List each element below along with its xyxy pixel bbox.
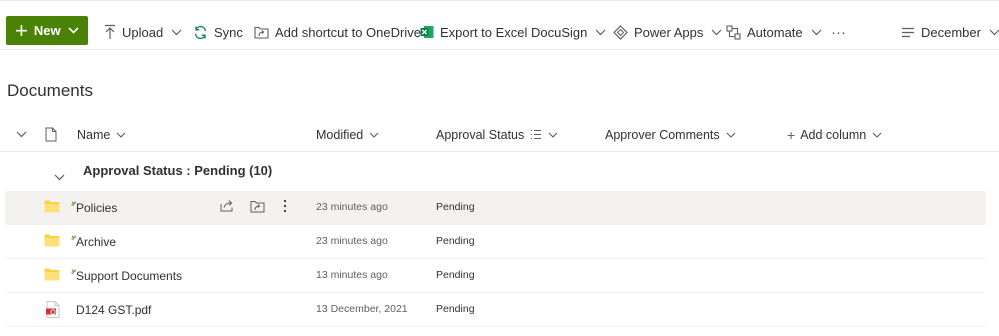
add-column-button[interactable]: + Add column bbox=[787, 118, 882, 151]
list-item[interactable]: Archive 23 minutes ago Pending bbox=[5, 225, 986, 259]
add-shortcut-label: Add shortcut to OneDrive bbox=[275, 24, 421, 40]
status-cell: Pending bbox=[436, 303, 475, 315]
modified-cell: 13 December, 2021 bbox=[316, 303, 408, 315]
chevron-down-icon bbox=[811, 29, 822, 36]
sync-icon bbox=[193, 25, 208, 40]
chevron-down-icon[interactable] bbox=[54, 168, 65, 186]
file-name[interactable]: D124 GST.pdf bbox=[76, 303, 151, 317]
excel-icon bbox=[420, 25, 434, 39]
pdf-icon bbox=[46, 301, 60, 323]
folder-icon bbox=[44, 200, 60, 218]
chevron-down-icon bbox=[16, 131, 27, 138]
plus-icon: + bbox=[15, 17, 28, 43]
chevron-down-icon bbox=[726, 132, 736, 138]
upload-button[interactable]: Upload bbox=[104, 16, 182, 48]
command-bar: + New Upload Sync Add shortcut to OneDri… bbox=[0, 16, 999, 48]
status-cell: Pending bbox=[436, 235, 475, 247]
chevron-down-icon bbox=[68, 27, 79, 34]
share-icon[interactable] bbox=[220, 199, 234, 212]
view-selector[interactable]: December bbox=[901, 16, 999, 48]
list-item[interactable]: D124 GST.pdf 13 December, 2021 Pending bbox=[5, 293, 986, 327]
view-list-icon bbox=[901, 27, 915, 38]
modified-cell: 23 minutes ago bbox=[316, 201, 388, 213]
add-column-label: Add column bbox=[800, 127, 867, 142]
file-name[interactable]: Policies bbox=[76, 201, 117, 215]
folder-icon bbox=[44, 268, 60, 286]
file-name[interactable]: Support Documents bbox=[76, 269, 182, 283]
column-header-name[interactable]: Name bbox=[77, 118, 126, 151]
column-header-row: Name Modified Approval Status Approver C… bbox=[0, 118, 999, 151]
column-header-approver-comments[interactable]: Approver Comments bbox=[605, 118, 736, 151]
document-icon bbox=[45, 127, 57, 142]
more-icon: ··· bbox=[831, 23, 846, 41]
add-shortcut-button[interactable]: Add shortcut to OneDrive bbox=[254, 16, 421, 48]
column-modified-label: Modified bbox=[316, 127, 364, 142]
top-divider bbox=[0, 0, 999, 1]
automate-label: Automate bbox=[747, 24, 803, 40]
chevron-down-icon bbox=[872, 132, 882, 138]
sync-button[interactable]: Sync bbox=[193, 16, 243, 48]
chevron-down-icon bbox=[116, 132, 126, 138]
sync-label: Sync bbox=[214, 24, 243, 40]
chevron-down-icon bbox=[369, 132, 379, 138]
more-button[interactable]: ··· bbox=[831, 16, 846, 48]
folder-icon bbox=[44, 234, 60, 252]
automate-button[interactable]: Automate bbox=[726, 16, 822, 48]
automate-icon bbox=[726, 24, 741, 40]
export-excel-label: Export to Excel bbox=[440, 24, 528, 40]
power-apps-label: Power Apps bbox=[634, 24, 704, 40]
group-label: Approval Status : Pending (10) bbox=[83, 163, 273, 178]
command-bar-divider bbox=[0, 49, 999, 50]
collapse-all-toggle[interactable] bbox=[16, 118, 27, 151]
new-button[interactable]: + New bbox=[6, 16, 88, 45]
column-approval-status-label: Approval Status bbox=[436, 127, 525, 142]
modified-cell: 13 minutes ago bbox=[316, 269, 388, 281]
power-apps-icon bbox=[613, 24, 628, 40]
group-header[interactable]: Approval Status : Pending (10) bbox=[0, 157, 999, 187]
docusign-label: DocuSign bbox=[531, 24, 588, 40]
column-approver-comments-label: Approver Comments bbox=[605, 127, 720, 142]
header-divider bbox=[0, 151, 999, 152]
modified-cell: 23 minutes ago bbox=[316, 235, 388, 247]
shortcut-icon[interactable] bbox=[250, 199, 265, 213]
status-cell: Pending bbox=[436, 201, 475, 213]
shortcut-icon bbox=[254, 25, 269, 39]
page-title: Documents bbox=[7, 81, 93, 100]
status-cell: Pending bbox=[436, 269, 475, 281]
column-header-modified[interactable]: Modified bbox=[316, 118, 379, 151]
more-actions-icon[interactable] bbox=[283, 199, 287, 213]
view-label: December bbox=[921, 24, 981, 40]
export-excel-button[interactable]: Export to Excel bbox=[420, 16, 527, 48]
column-header-approval-status[interactable]: Approval Status bbox=[436, 118, 558, 151]
group-by-icon bbox=[530, 129, 542, 140]
chevron-down-icon bbox=[171, 29, 182, 36]
list-item[interactable]: Support Documents 13 minutes ago Pending bbox=[5, 259, 986, 293]
file-name[interactable]: Archive bbox=[76, 235, 116, 249]
docusign-button[interactable]: DocuSign bbox=[531, 16, 606, 48]
chevron-down-icon bbox=[989, 29, 999, 36]
new-button-label: New bbox=[33, 23, 61, 38]
column-name-label: Name bbox=[77, 127, 111, 142]
file-type-column[interactable] bbox=[45, 118, 57, 151]
chevron-down-icon bbox=[711, 29, 722, 36]
plus-icon: + bbox=[787, 126, 796, 143]
list-item[interactable]: Policies 23 minutes ago Pending bbox=[5, 191, 986, 225]
chevron-down-icon bbox=[595, 29, 606, 36]
chevron-down-icon bbox=[548, 132, 558, 138]
upload-icon bbox=[104, 24, 116, 40]
power-apps-button[interactable]: Power Apps bbox=[613, 16, 722, 48]
upload-label: Upload bbox=[122, 24, 164, 40]
